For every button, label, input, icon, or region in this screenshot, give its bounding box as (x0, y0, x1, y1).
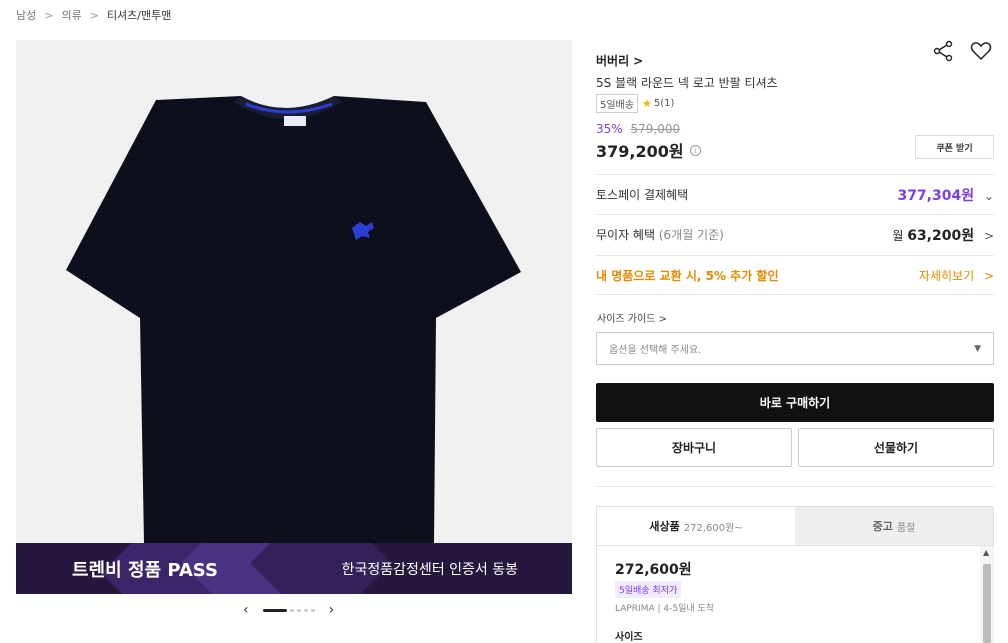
price-value: 379,200원 (596, 142, 684, 161)
panel-scrollbar[interactable]: ▲ (980, 546, 994, 643)
product-name: 5S 블랙 라운드 넥 로고 반팔 티셔츠 (596, 76, 778, 90)
offer-seller: LAPRIMA | 4-5일내 도착 (615, 604, 715, 614)
brand-name: 버버리 (596, 54, 630, 68)
chevron-right-icon: > (89, 8, 99, 22)
buy-now-button[interactable]: 바로 구매하기 (596, 383, 994, 422)
tab-used-status: 품절 (896, 522, 916, 534)
scrollbar-thumb[interactable] (983, 564, 991, 643)
product-image[interactable] (16, 40, 572, 594)
installment-row[interactable]: 무이자 혜택 (6개월 기준) 월 63,200원 > (596, 214, 994, 254)
cart-button[interactable]: 장바구니 (596, 428, 792, 467)
tab-used[interactable]: 중고 품절 (795, 507, 993, 545)
chevron-right-icon: > (44, 8, 54, 22)
chevron-down-icon: ⌄ (983, 188, 994, 203)
pager-dot[interactable] (296, 608, 301, 612)
banner-subtitle: 한국정품감정센터 인증서 동봉 (341, 562, 518, 578)
original-price: 579,000 (630, 122, 681, 136)
action-icons (932, 40, 992, 62)
toss-benefit-row[interactable]: 토스페이 결제혜택 377,304원 ⌄ (596, 174, 994, 214)
discount-info: 35% 579,000 (596, 122, 680, 136)
installment-label: 무이자 혜택 (596, 228, 656, 242)
pager-dot-active[interactable] (262, 608, 287, 612)
rating[interactable]: ★ 5(1) (642, 97, 674, 110)
info-icon[interactable]: i (689, 144, 701, 156)
chevron-right-icon: > (633, 53, 644, 68)
installment-note: (6개월 기준) (658, 228, 724, 242)
coupon-button[interactable]: 쿠폰 받기 (915, 135, 994, 159)
option-select[interactable]: 옵션을 선택해 주세요. ▼ (596, 332, 994, 365)
brand-link[interactable]: 버버리 > (596, 52, 643, 69)
chevron-right-icon[interactable]: › (329, 602, 335, 618)
caret-down-icon: ▼ (974, 343, 981, 354)
heart-icon[interactable] (970, 40, 992, 62)
offer-badge: 5일배송 최저가 (615, 581, 682, 598)
product-tags: 5일배송 ★ 5(1) (596, 94, 674, 113)
chevron-left-icon[interactable]: ‹ (243, 602, 249, 618)
tab-new-label: 새상품 (649, 520, 680, 533)
tshirt-image (66, 96, 521, 543)
star-icon: ★ (641, 97, 652, 110)
pager-dot[interactable] (310, 608, 315, 612)
tab-used-label: 중고 (872, 520, 893, 533)
installment-value: 63,200원 (907, 227, 975, 244)
trade-in-row[interactable]: 내 명품으로 교환 시, 5% 추가 할인 자세히보기 > (596, 255, 994, 295)
breadcrumb: 남성 > 의류 > 티셔츠/맨투맨 (16, 7, 171, 23)
chevron-right-icon: > (983, 268, 994, 283)
size-guide-link[interactable]: 사이즈 가이드 > (597, 310, 667, 325)
breadcrumb-tshirts[interactable]: 티셔츠/맨투맨 (107, 7, 171, 23)
breadcrumb-clothing[interactable]: 의류 (61, 7, 81, 23)
breadcrumb-men[interactable]: 남성 (16, 7, 36, 23)
installment-prefix: 월 (892, 228, 904, 243)
size-guide-label: 사이즈 가이드 (597, 314, 656, 325)
authenticity-banner: 트렌비 정품 PASS 한국정품감정센터 인증서 동봉 (16, 543, 572, 594)
tab-new-price: 272,600원~ (683, 522, 743, 534)
scroll-up-icon[interactable]: ▲ (983, 548, 989, 557)
pager-dot[interactable] (289, 608, 294, 612)
trade-in-label: 내 명품으로 교환 시, 5% 추가 할인 (596, 268, 779, 283)
toss-benefit-value: 377,304원 (897, 187, 975, 204)
divider (596, 486, 994, 487)
pager-dot[interactable] (303, 608, 308, 612)
toss-benefit-label: 토스페이 결제혜택 (596, 188, 689, 202)
share-icon[interactable] (932, 40, 954, 62)
offer-panel: 272,600원 5일배송 최저가 LAPRIMA | 4-5일내 도착 사이즈 (596, 545, 994, 643)
pager-dots (262, 608, 315, 612)
trade-in-link[interactable]: 자세히보기 (919, 269, 974, 283)
image-pager: ‹ › (243, 602, 334, 618)
sale-price: 379,200원 i (596, 138, 701, 162)
chevron-right-icon: > (658, 314, 667, 325)
offer-price: 272,600원 (615, 562, 692, 578)
rating-value: 5(1) (653, 98, 675, 109)
chevron-right-icon: > (983, 228, 994, 243)
option-select-placeholder: 옵션을 선택해 주세요. (609, 345, 702, 356)
offer-size-label: 사이즈 (615, 632, 643, 643)
banner-title: 트렌비 정품 PASS (72, 560, 218, 581)
tab-new[interactable]: 새상품 272,600원~ (597, 507, 795, 545)
discount-percent: 35% (596, 122, 623, 136)
gift-button[interactable]: 선물하기 (798, 428, 994, 467)
delivery-tag: 5일배송 (596, 94, 638, 113)
condition-tabs: 새상품 272,600원~ 중고 품절 (596, 506, 994, 546)
